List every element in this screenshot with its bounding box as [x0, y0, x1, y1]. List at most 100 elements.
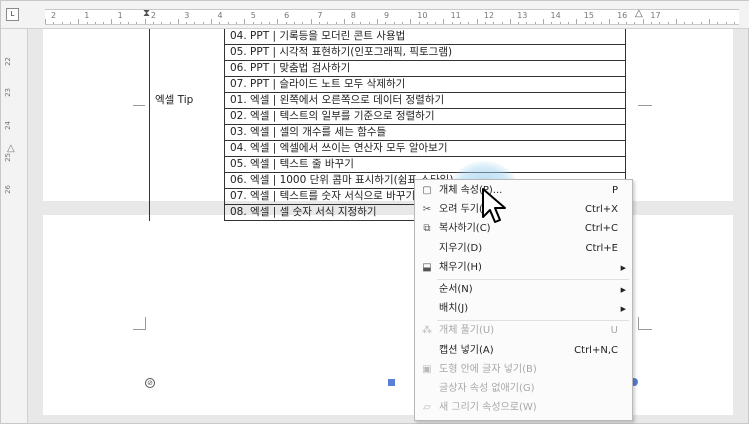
item-cell[interactable]: 02. 엑셀 | 텍스트의 일부를 기준으로 정렬하기 — [224, 108, 626, 125]
ruler-tick — [119, 22, 121, 24]
item-cell[interactable]: 05. 엑셀 | 텍스트 줄 바꾸기 — [224, 156, 626, 173]
ruler-tick — [576, 19, 578, 24]
menu-item[interactable]: 캡션 넣기(A) Ctrl+N,C — [415, 342, 632, 360]
table-row[interactable]: 04. 엑셀 | 엑셀에서 쓰이는 연산자 모두 알아보기 — [149, 140, 626, 157]
vertical-ruler-number: 25 — [4, 153, 12, 162]
ruler-tick — [310, 19, 312, 24]
ruler-tick — [592, 22, 594, 24]
ruler-tick — [700, 22, 702, 24]
category-cell[interactable] — [149, 108, 225, 125]
ruler-tick — [111, 19, 113, 24]
ruler-tick — [136, 22, 138, 24]
ruler-tick — [186, 22, 188, 24]
ruler-tick — [443, 19, 445, 24]
ruler-tick — [468, 22, 470, 24]
shape-rotate-handle[interactable]: ⊘ — [145, 378, 155, 388]
menu-item[interactable]: 순서(N) ▶ — [415, 281, 632, 299]
item-cell[interactable]: 05. PPT | 시각적 표현하기(인포그래픽, 픽토그램) — [224, 44, 626, 61]
ruler-tick — [617, 22, 619, 24]
item-cell[interactable]: 07. PPT | 슬라이드 노트 모두 삭제하기 — [224, 76, 626, 93]
ruler-tick — [717, 22, 719, 24]
crop-mark — [133, 329, 145, 330]
category-cell[interactable] — [149, 172, 225, 189]
ruler-number: 2 — [150, 11, 156, 20]
category-cell[interactable] — [149, 28, 225, 45]
ruler-tick — [360, 22, 362, 24]
table-row[interactable]: 03. 엑셀 | 셀의 개수를 세는 함수들 — [149, 124, 626, 141]
category-cell[interactable] — [149, 60, 225, 77]
ruler-tick — [69, 22, 71, 24]
ruler-tick — [410, 19, 412, 24]
category-cell[interactable] — [149, 124, 225, 141]
menu-item-shortcut: U — [610, 325, 618, 337]
table-row[interactable]: 07. PPT | 슬라이드 노트 모두 삭제하기 — [149, 76, 626, 93]
ruler-number: 4 — [217, 11, 223, 20]
mouse-cursor-icon — [482, 188, 506, 223]
table-row[interactable]: 06. PPT | 맞춤법 검사하기 — [149, 60, 626, 77]
ruler-tick — [177, 19, 179, 24]
item-cell[interactable]: 01. 엑셀 | 왼쪽에서 오른쪽으로 데이터 정렬하기 — [224, 92, 626, 109]
object-properties-icon: ▢ — [422, 185, 432, 196]
context-menu: ▢ 개체 속성(P)... P ✂ 오려 두기(T) Ctrl+X ⧉ 복사하기(C) Ctrl… — [414, 179, 633, 421]
ruler-tick — [94, 22, 96, 24]
tab-type-selector[interactable]: L — [6, 8, 19, 21]
item-cell[interactable]: 04. PPT | 기록등을 모더린 콘트 사용법 — [224, 28, 626, 45]
menu-item-label: 채우기(H) — [439, 261, 482, 273]
ruler-tick — [327, 22, 329, 24]
submenu-arrow-icon: ▶ — [620, 286, 626, 294]
ruler-tick — [626, 22, 627, 24]
category-cell[interactable] — [149, 188, 225, 205]
menu-item-shortcut: Ctrl+N,C — [574, 344, 618, 356]
ruler-tick — [294, 22, 295, 24]
menu-separator — [437, 279, 629, 280]
table-row[interactable]: 05. 엑셀 | 텍스트 줄 바꾸기 — [149, 156, 626, 173]
table-row[interactable]: 05. PPT | 시각적 표현하기(인포그래픽, 픽토그램) — [149, 44, 626, 61]
category-cell[interactable] — [149, 156, 225, 173]
ruler-tick — [260, 22, 262, 24]
menu-item[interactable]: ✂ 오려 두기(T) Ctrl+X — [415, 201, 632, 219]
menu-item-shortcut: Ctrl+X — [584, 204, 618, 216]
category-cell[interactable]: 엑셀 Tip — [149, 92, 225, 109]
category-cell[interactable] — [149, 140, 225, 157]
ruler-tick — [567, 22, 569, 24]
ruler-track[interactable]: ⧗ △ 2 1 1 2 3 4 5 6 7 8 9 10 11 12 13 14 15 16 17 — [45, 8, 739, 25]
ruler-tick — [318, 22, 320, 24]
menu-separator — [437, 320, 629, 322]
category-cell[interactable] — [149, 204, 225, 221]
ruler-tick — [393, 22, 395, 24]
right-indent-marker-icon[interactable]: △ — [635, 8, 643, 19]
ruler-number: 9 — [384, 11, 390, 20]
ruler-tick — [451, 22, 453, 24]
item-cell[interactable]: 03. 엑셀 | 셀의 개수를 세는 함수들 — [224, 124, 626, 141]
menu-item[interactable]: ▢ 개체 속성(P)... P — [415, 182, 632, 200]
ruler-tick — [543, 19, 544, 24]
category-cell[interactable] — [149, 76, 225, 93]
item-cell[interactable]: 06. PPT | 맞춤법 검사하기 — [224, 60, 626, 77]
menu-item[interactable]: ⬓ 채우기(H) ▶ — [415, 259, 632, 277]
indent-marker-icon[interactable]: ⧗ — [143, 8, 150, 19]
ruler-tick — [269, 22, 271, 24]
menu-item-label: 순서(N) — [439, 284, 473, 295]
ruler-tick — [161, 22, 163, 24]
ruler-tick — [501, 22, 503, 24]
menu-item[interactable]: 배치(J) ▶ — [415, 300, 632, 318]
ruler-number: 11 — [450, 11, 461, 20]
ruler-tick — [692, 22, 694, 24]
menu-item[interactable]: ⧉ 복사하기(C) Ctrl+C — [415, 220, 632, 238]
ruler-tick — [667, 22, 669, 24]
ruler-number: 1 — [84, 11, 90, 20]
table-row[interactable]: 02. 엑셀 | 텍스트의 일부를 기준으로 정렬하기 — [149, 108, 626, 125]
item-cell[interactable]: 04. 엑셀 | 엑셀에서 쓰이는 연산자 모두 알아보기 — [224, 140, 626, 157]
table-row[interactable]: 04. PPT | 기록등을 모더린 콘트 사용법 — [149, 28, 626, 45]
ruler-tick — [244, 19, 246, 24]
table-row[interactable]: 엑셀 Tip 01. 엑셀 | 왼쪽에서 오른쪽으로 데이터 정렬하기 — [149, 92, 626, 109]
ruler-number: 10 — [417, 11, 428, 20]
category-cell[interactable] — [149, 44, 225, 61]
ruler-tick — [418, 22, 420, 24]
ruler-tick — [103, 22, 105, 24]
menu-item[interactable]: 지우기(D) Ctrl+E — [415, 240, 632, 258]
shape-resize-handle[interactable] — [388, 379, 395, 386]
ruler-tick — [227, 22, 229, 24]
ruler-number: 5 — [250, 11, 256, 20]
ruler-tick — [526, 22, 528, 24]
